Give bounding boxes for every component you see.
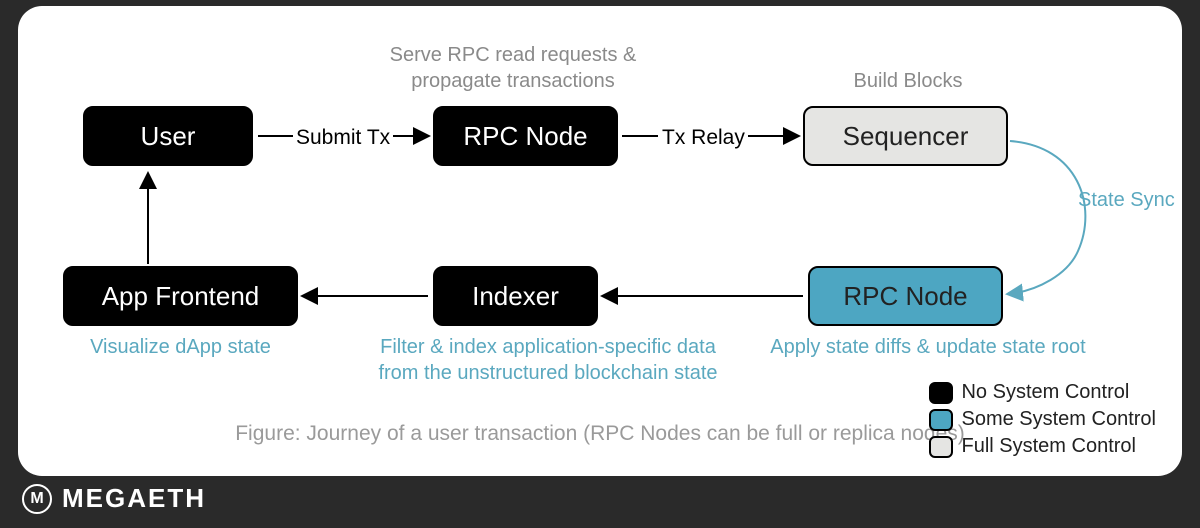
note-app-frontend: Visualize dApp state: [63, 334, 298, 360]
legend-row-full-control: Full System Control: [929, 435, 1156, 458]
edge-state-sync-label: State Sync: [1078, 189, 1175, 211]
node-rpc-bottom-label: RPC Node: [843, 281, 967, 312]
legend-full-control-label: Full System Control: [961, 435, 1136, 458]
node-rpc-top: RPC Node: [433, 106, 618, 166]
swatch-teal: [929, 409, 953, 431]
note-sequencer: Build Blocks: [808, 68, 1008, 94]
legend-row-some-control: Some System Control: [929, 408, 1156, 431]
node-indexer: Indexer: [433, 266, 598, 326]
node-app-frontend-label: App Frontend: [102, 281, 260, 312]
swatch-black: [929, 382, 953, 404]
brand-mark-icon: M: [22, 484, 52, 514]
edge-tx-relay-label: Tx Relay: [662, 126, 745, 149]
legend: No System Control Some System Control Fu…: [929, 377, 1156, 458]
note-rpc-top: Serve RPC read requests & propagate tran…: [358, 42, 668, 94]
node-indexer-label: Indexer: [472, 281, 559, 312]
brand: M MEGAETH: [22, 483, 206, 514]
edge-submit-tx-label: Submit Tx: [296, 126, 391, 149]
diagram-panel: User Serve RPC read requests & propagate…: [18, 6, 1182, 476]
legend-row-no-control: No System Control: [929, 381, 1156, 404]
brand-name: MEGAETH: [62, 483, 206, 514]
node-rpc-top-label: RPC Node: [463, 121, 587, 152]
node-user: User: [83, 106, 253, 166]
node-sequencer-label: Sequencer: [843, 121, 969, 152]
node-sequencer: Sequencer: [803, 106, 1008, 166]
note-rpc-bottom: Apply state diffs & update state root: [748, 334, 1108, 360]
node-rpc-bottom: RPC Node: [808, 266, 1003, 326]
note-indexer: Filter & index application-specific data…: [353, 334, 743, 386]
legend-some-control-label: Some System Control: [961, 408, 1156, 431]
node-user-label: User: [141, 121, 196, 152]
legend-no-control-label: No System Control: [961, 381, 1129, 404]
swatch-light: [929, 436, 953, 458]
node-app-frontend: App Frontend: [63, 266, 298, 326]
